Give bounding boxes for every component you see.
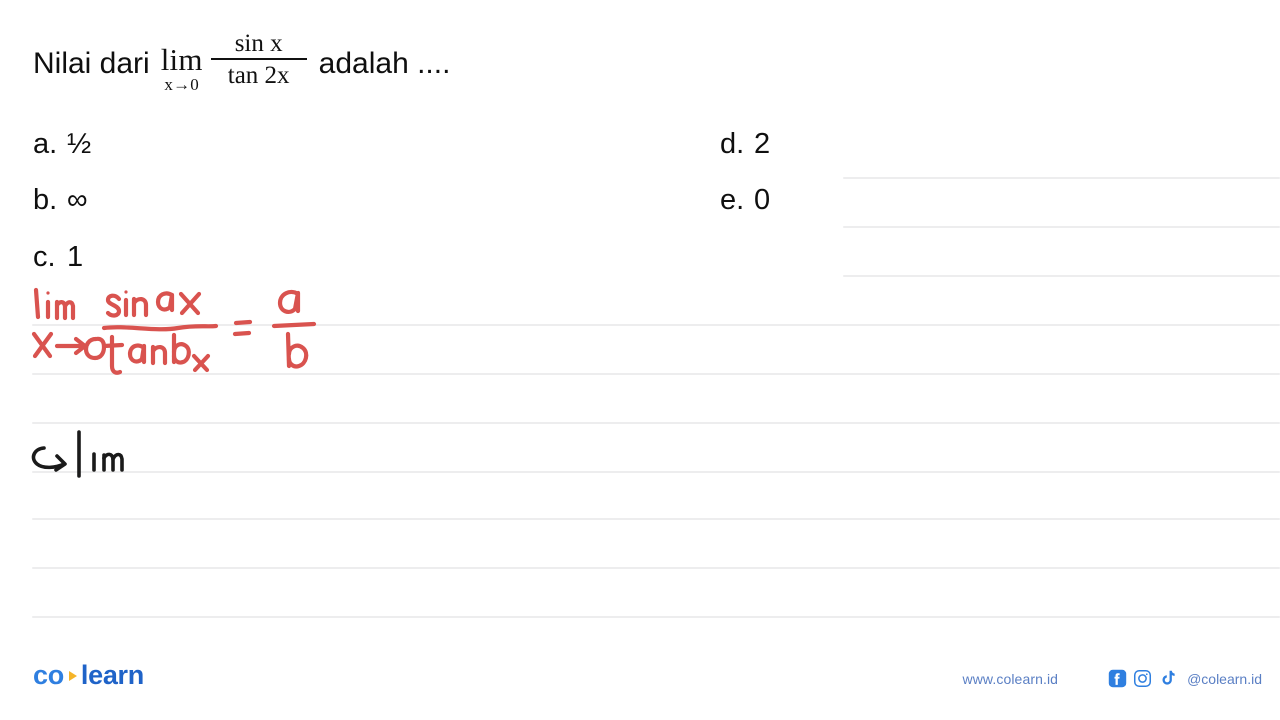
option-b-value: ∞ [67,184,88,216]
limit-operator: lim [160,42,203,77]
option-a-label: a. [33,128,58,160]
question-lead-text: Nilai dari [33,46,150,80]
fraction: sin x tan 2x [210,30,307,89]
option-d-label: d. [720,128,745,160]
rule-line-short [843,275,1280,277]
footer-links: www.colearn.id @colearn.id [963,669,1262,688]
limit-expression: lim x→0 sin x tan 2x [161,30,307,93]
website-url[interactable]: www.colearn.id [963,671,1059,687]
social-handle[interactable]: @colearn.id [1187,671,1262,687]
rule-line-full [32,616,1280,618]
rule-line-short [843,177,1280,179]
tiktok-icon[interactable] [1158,669,1177,688]
option-e-value: 0 [754,184,771,216]
fraction-numerator: sin x [234,30,283,57]
facebook-icon[interactable] [1108,669,1127,688]
rule-line-full [32,518,1280,520]
question-statement: Nilai dari lim x→0 sin x tan 2x adalah .… [33,30,451,93]
logo-text-co: co [33,660,64,690]
limit-subscript: x→0 [164,75,199,94]
rule-line-full [32,422,1280,424]
rule-line-full [32,567,1280,569]
option-c[interactable]: c. 1 [33,243,83,272]
rule-line-full [32,471,1280,473]
option-d[interactable]: d. 2 [720,130,770,159]
play-triangle-icon [68,670,77,681]
question-trail-text: adalah .... [318,46,451,80]
colearn-logo: co learn [33,660,144,691]
option-a-value: ½ [67,128,92,160]
option-c-label: c. [33,241,56,273]
option-b-label: b. [33,184,58,216]
fraction-denominator: tan 2x [227,61,290,89]
instagram-icon[interactable] [1133,669,1152,688]
option-e[interactable]: e. 0 [720,186,770,215]
limit-operator-group: lim x→0 [161,44,203,93]
handwritten-black-strokes [31,430,124,478]
option-e-label: e. [720,184,745,216]
option-c-value: 1 [67,241,84,273]
option-a[interactable]: a. ½ [33,130,91,159]
rule-line-short [843,226,1280,228]
handwritten-red-strokes [31,287,317,375]
handwritten-red-annotation: lim x→0 sin ax / tan bx = a/b [26,282,346,380]
logo-text-learn: learn [80,660,144,690]
option-b[interactable]: b. ∞ [33,186,88,215]
option-d-value: 2 [754,128,771,160]
handwritten-black-annotation: ↵ lim [24,428,174,486]
